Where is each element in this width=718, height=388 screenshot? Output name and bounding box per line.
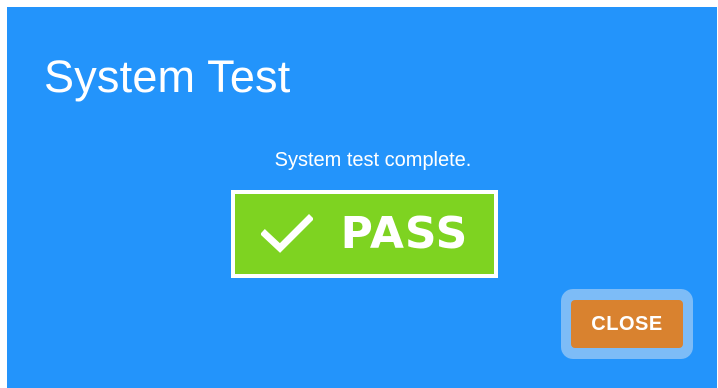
system-test-dialog: System Test System test complete. PASS C… xyxy=(7,7,717,388)
close-button[interactable]: CLOSE xyxy=(571,300,683,348)
status-message: System test complete. xyxy=(274,149,472,171)
pass-result-badge: PASS xyxy=(231,190,498,278)
close-button-focus-ring: CLOSE xyxy=(561,289,693,359)
dialog-title: System Test xyxy=(44,51,291,102)
pass-label: PASS xyxy=(340,208,469,259)
checkmark-icon xyxy=(260,214,313,253)
